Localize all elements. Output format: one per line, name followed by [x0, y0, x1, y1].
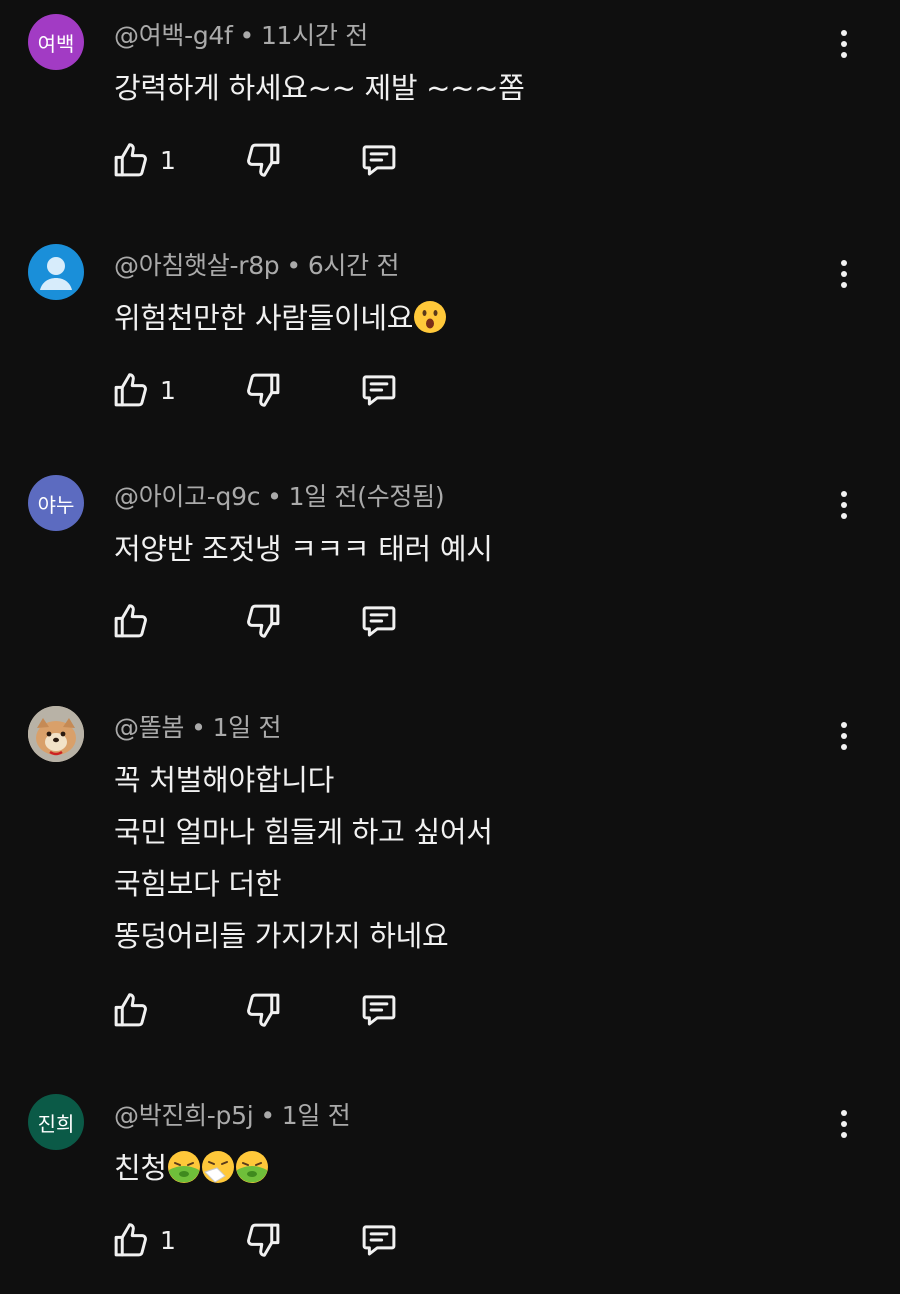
author-handle[interactable]: @여백-g4f	[114, 21, 233, 50]
meta-separator: •	[267, 482, 282, 511]
avatar[interactable]: 야누	[28, 475, 84, 531]
comment-line: 위험천만한 사람들이네요	[114, 292, 447, 344]
like-count: 1	[160, 375, 176, 405]
astonished-face-emoji-icon	[414, 301, 447, 333]
comment-time[interactable]: 6시간 전	[308, 251, 400, 280]
like-count: 1	[160, 145, 176, 175]
avatar[interactable]	[28, 244, 84, 300]
thumbs-down-icon	[247, 1223, 280, 1257]
comment-actions: 1	[110, 1218, 430, 1262]
like-button[interactable]	[110, 599, 160, 643]
more-options-icon[interactable]	[828, 485, 860, 525]
more-options-icon[interactable]	[828, 254, 860, 294]
meta-separator: •	[260, 1101, 275, 1130]
thumbs-up-icon	[114, 143, 147, 177]
comment-text: 저양반 조젓냉 ㅋㅋㅋ 태러 예시	[114, 523, 493, 575]
thumbs-down-icon	[247, 373, 280, 407]
reply-button[interactable]	[358, 138, 400, 182]
sneezing-face-emoji-icon	[201, 1151, 234, 1183]
reply-icon	[362, 1225, 396, 1256]
dislike-button[interactable]	[242, 368, 284, 412]
author-handle[interactable]: @박진희-p5j	[114, 1101, 254, 1130]
reply-icon	[362, 995, 396, 1026]
avatar-initials: 진희	[37, 1111, 75, 1136]
comment-text: 친청	[114, 1142, 269, 1194]
thumbs-down-icon	[247, 143, 280, 177]
author-handle[interactable]: @아이고-q9c	[114, 482, 260, 511]
comment-text: 꼭 처벌해야합니다 국민 얼마나 힘들게 하고 싶어서 국힘보다 더한 똥덩어리…	[114, 754, 493, 962]
like-count: 1	[160, 1225, 176, 1255]
reply-button[interactable]	[358, 368, 400, 412]
more-options-icon[interactable]	[828, 1104, 860, 1144]
comment-meta: @박진희-p5j • 1일 전	[114, 1096, 351, 1132]
more-options-icon[interactable]	[828, 716, 860, 756]
comment-meta: @아이고-q9c • 1일 전(수정됨)	[114, 477, 445, 513]
comment-meta: @똘봄 • 1일 전	[114, 708, 282, 744]
reply-icon	[362, 145, 396, 176]
like-button[interactable]: 1	[110, 368, 176, 412]
thumbs-down-icon	[247, 993, 280, 1027]
thumbs-up-icon	[114, 604, 147, 638]
meta-separator: •	[286, 251, 301, 280]
meta-separator: •	[239, 21, 255, 50]
comment-actions: 1	[110, 368, 430, 412]
dislike-button[interactable]	[242, 138, 284, 182]
comment-line: 저양반 조젓냉 ㅋㅋㅋ 태러 예시	[114, 532, 493, 566]
author-handle[interactable]: @똘봄	[114, 713, 184, 742]
comment-actions: 1	[110, 138, 430, 182]
thumbs-up-icon	[114, 1223, 147, 1257]
dislike-button[interactable]	[242, 988, 284, 1032]
comment-line: 친청	[114, 1142, 269, 1194]
comment-time[interactable]: 11시간 전	[261, 21, 368, 50]
dislike-button[interactable]	[242, 1218, 284, 1262]
like-button[interactable]: 1	[110, 1218, 176, 1262]
comment-time[interactable]: 1일 전(수정됨)	[289, 482, 445, 511]
reply-icon	[362, 606, 396, 637]
avatar-initials: 야누	[37, 492, 75, 517]
comment-text: 위험천만한 사람들이네요	[114, 292, 447, 344]
reply-button[interactable]	[358, 988, 400, 1032]
like-button[interactable]	[110, 988, 160, 1032]
avatar[interactable]: 진희	[28, 1094, 84, 1150]
reply-button[interactable]	[358, 1218, 400, 1262]
default-person-icon	[40, 257, 72, 290]
comment-meta: @아침햇살-r8p • 6시간 전	[114, 246, 399, 282]
comment-line-text: 친청	[114, 1151, 167, 1185]
meta-separator: •	[191, 713, 206, 742]
comment-line: 꼭 처벌해야합니다	[114, 763, 334, 797]
comment-actions	[110, 599, 430, 643]
comment-line-text: 위험천만한 사람들이네요	[114, 301, 414, 335]
comment-time[interactable]: 1일 전	[213, 713, 282, 742]
dog-photo-avatar	[28, 706, 84, 762]
comment-line: 똥덩어리들 가지가지 하네요	[114, 919, 449, 953]
comment-time[interactable]: 1일 전	[282, 1101, 351, 1130]
thumbs-up-icon	[114, 373, 147, 407]
avatar-initials: 여백	[37, 31, 75, 56]
dislike-button[interactable]	[242, 599, 284, 643]
comment-line: 국민 얼마나 힘들게 하고 싶어서	[114, 815, 493, 849]
thumbs-down-icon	[247, 604, 280, 638]
avatar[interactable]	[28, 706, 84, 762]
comment-text: 강력하게 하세요~~ 제발 ~~~쫌	[114, 62, 525, 114]
comment-line: 국힘보다 더한	[114, 867, 282, 901]
more-options-icon[interactable]	[828, 24, 860, 64]
comment-meta: @여백-g4f • 11시간 전	[114, 16, 368, 52]
like-button[interactable]: 1	[110, 138, 176, 182]
comment-line: 강력하게 하세요~~ 제발 ~~~쫌	[114, 71, 525, 105]
reply-button[interactable]	[358, 599, 400, 643]
nauseated-face-emoji-icon	[167, 1151, 200, 1183]
author-handle[interactable]: @아침햇살-r8p	[114, 251, 280, 280]
avatar[interactable]: 여백	[28, 14, 84, 70]
comment-actions	[110, 988, 430, 1032]
nauseated-face-emoji-icon	[235, 1151, 268, 1183]
thumbs-up-icon	[114, 993, 147, 1027]
reply-icon	[362, 375, 396, 406]
